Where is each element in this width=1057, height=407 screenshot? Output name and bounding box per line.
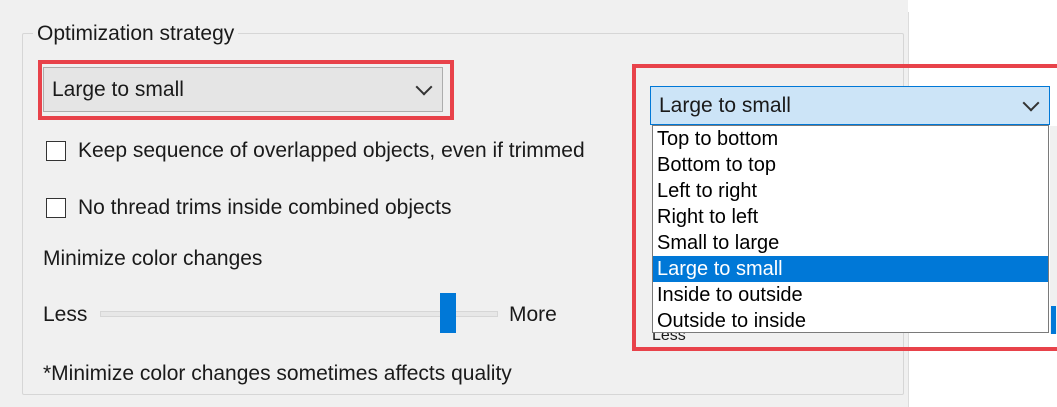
checkbox-box[interactable] [46, 198, 66, 218]
keep-sequence-checkbox[interactable]: Keep sequence of overlapped objects, eve… [46, 137, 585, 165]
slider-more-label: More [509, 303, 557, 326]
chevron-down-icon [415, 78, 433, 95]
no-thread-trims-label: No thread trims inside combined objects [78, 196, 452, 219]
checkbox-box[interactable] [46, 141, 66, 161]
group-title: Optimization strategy [33, 20, 239, 48]
color-changes-slider-track[interactable] [100, 311, 498, 317]
slider-less-label: Less [43, 303, 88, 326]
no-thread-trims-checkbox[interactable]: No thread trims inside combined objects [46, 194, 452, 222]
minimize-color-changes-label: Minimize color changes [43, 247, 263, 270]
highlight-box-right [632, 64, 1057, 351]
quality-note: *Minimize color changes sometimes affect… [43, 362, 512, 385]
strategy-dropdown-closed[interactable]: Large to small [43, 67, 443, 112]
strategy-dropdown-value: Large to small [52, 78, 184, 101]
keep-sequence-label: Keep sequence of overlapped objects, eve… [78, 139, 585, 162]
color-changes-slider-thumb[interactable] [440, 293, 457, 333]
